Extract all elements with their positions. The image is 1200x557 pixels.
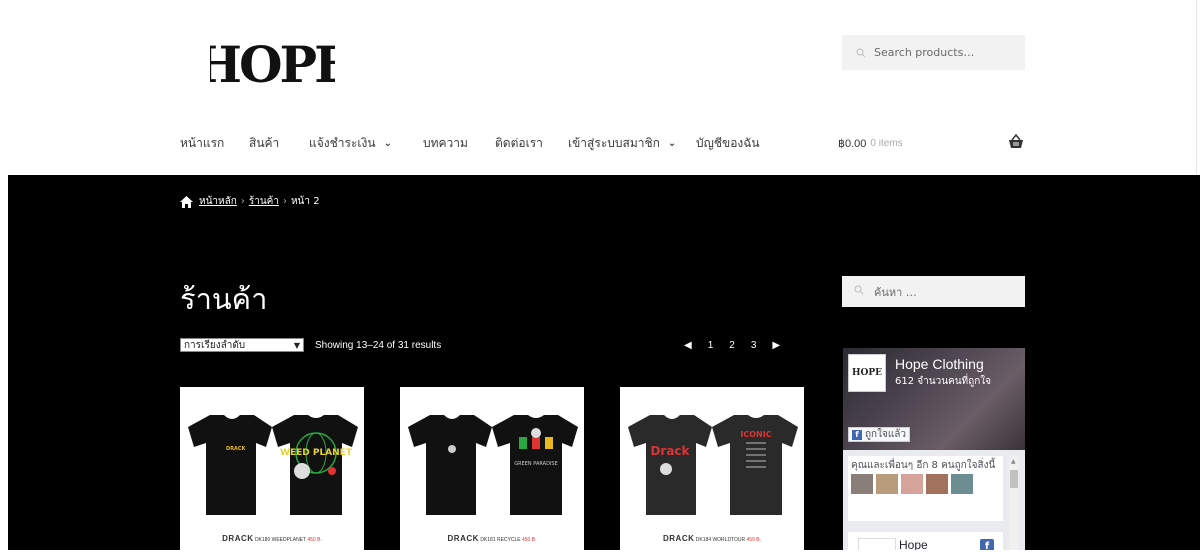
breadcrumb-separator: › <box>282 196 287 207</box>
dropdown-arrow-icon: ▼ <box>293 340 300 350</box>
avatar[interactable] <box>926 474 948 494</box>
product-brand: DRACK <box>662 534 695 543</box>
nav-item-login[interactable]: เข้าสู่ระบบสมาชิก ⌄ <box>568 128 676 158</box>
product-price: 450 B. <box>307 537 322 543</box>
chevron-down-icon: ⌄ <box>383 137 392 149</box>
pagination-prev-icon[interactable]: ◀ <box>684 340 692 351</box>
facebook-post-author[interactable]: Hope <box>899 538 928 550</box>
nav-item-products[interactable]: สินค้า <box>249 128 279 158</box>
product-search-input[interactable]: Search products… <box>842 35 1025 70</box>
basket-icon[interactable] <box>1008 134 1024 150</box>
chevron-down-icon: ⌄ <box>667 137 677 149</box>
nav-item-articles[interactable]: บทความ <box>423 128 468 158</box>
home-icon <box>180 195 193 208</box>
facebook-page-name[interactable]: Hope Clothing <box>895 356 984 372</box>
product-caption: DRACK DK180 WEEDPLANET 450 B. <box>180 534 364 543</box>
avatar[interactable] <box>901 474 923 494</box>
facebook-like-count: 612 จำนวนคนที่ถูกใจ <box>895 376 991 387</box>
breadcrumb-home-link[interactable]: หน้าหลัก <box>199 194 237 209</box>
pagination-next-icon[interactable]: ▶ <box>772 340 780 351</box>
avatar[interactable] <box>951 474 973 494</box>
breadcrumb-shop-link[interactable]: ร้านค้า <box>249 194 279 209</box>
product-caption: DRACK DK181 RECYCLE 450 B. <box>400 534 584 543</box>
result-count: Showing 13–24 of 31 results <box>315 339 442 351</box>
shirt-back-graphic: ICONIC <box>740 430 771 439</box>
product-price: 450 B. <box>746 537 761 543</box>
cart-item-count: 0 items <box>870 137 903 149</box>
product-image[interactable]: DRACK WEED PLANET <box>180 387 364 527</box>
pagination-page-3[interactable]: 3 <box>751 340 757 351</box>
product-card[interactable]: Drack ICONIC DRACK DK184 WORLDTOUR 450 B… <box>620 387 804 557</box>
product-brand: DRACK <box>447 534 479 543</box>
nav-item-account[interactable]: บัญชีของฉัน <box>696 128 760 158</box>
cart-amount: ฿0.00 <box>838 137 867 150</box>
shirt-back-graphic: GREEN PARADISE <box>514 461 557 467</box>
product-image[interactable]: Drack ICONIC <box>620 387 804 527</box>
product-code: DK184 WORLDTOUR <box>695 537 746 543</box>
search-placeholder: Search products… <box>874 46 975 59</box>
breadcrumb: หน้าหลัก › ร้านค้า › หน้า 2 <box>180 194 320 209</box>
sidebar-search-input[interactable]: ค้นหา … <box>842 276 1025 307</box>
breadcrumb-current: หน้า 2 <box>290 196 320 207</box>
product-card[interactable]: GREEN PARADISE DRACK DK181 RECYCLE 450 B… <box>400 387 584 557</box>
scroll-up-icon[interactable]: ▲ <box>1011 458 1016 465</box>
product-image[interactable]: GREEN PARADISE <box>400 387 584 527</box>
product-price: 450 B. <box>522 537 537 543</box>
search-icon <box>854 46 868 60</box>
facebook-friends-text: คุณและเพื่อนๆ อีก 8 คนถูกใจสิ่งนี้ <box>851 460 996 471</box>
pagination-page-1[interactable]: 1 <box>708 340 714 351</box>
sort-select[interactable]: การเรียงลำดับ ▼ <box>180 338 304 352</box>
site-logo[interactable]: HOPE <box>210 30 335 96</box>
product-card[interactable]: DRACK WEED PLANET DRACK DK180 WEEDPLANET… <box>180 387 364 557</box>
facebook-liked-button[interactable]: f ถูกใจแล้ว <box>848 427 911 442</box>
nav-item-contact[interactable]: ติดต่อเรา <box>495 128 543 158</box>
shirt-back-graphic: WEED PLANET <box>280 448 353 458</box>
shirt-front-graphic: Drack <box>650 444 690 458</box>
scrollbar[interactable]: ▲ <box>1009 456 1019 550</box>
avatar[interactable] <box>851 474 873 494</box>
search-placeholder: ค้นหา … <box>874 285 917 299</box>
pagination-page-2[interactable]: 2 <box>729 340 735 351</box>
logo-text: HOPE <box>210 35 335 94</box>
search-icon <box>854 285 868 298</box>
facebook-page-widget: HOPE Hope Clothing 612 จำนวนคนที่ถูกใจ f… <box>843 348 1025 550</box>
facebook-post-preview[interactable]: Hope f <box>848 532 1003 550</box>
facebook-page-thumbnail[interactable]: HOPE <box>848 354 886 392</box>
pagination: ◀ 1 2 3 ▶ <box>684 338 796 352</box>
facebook-icon: f <box>852 429 862 440</box>
shirt-front-graphic: DRACK <box>226 446 247 452</box>
product-code: DK181 RECYCLE <box>480 537 521 543</box>
facebook-post-thumbnail <box>858 538 896 550</box>
product-brand: DRACK <box>222 534 254 543</box>
nav-item-payment[interactable]: แจ้งชำระเงิน ⌄ <box>309 128 392 158</box>
nav-item-home[interactable]: หน้าแรก <box>180 128 224 158</box>
cart-total[interactable]: ฿0.00 0 items <box>838 128 903 158</box>
product-caption: DRACK DK184 WORLDTOUR 450 B. <box>620 534 804 543</box>
sort-selected-value: การเรียงลำดับ <box>184 339 246 351</box>
facebook-friend-avatars <box>851 474 1000 494</box>
avatar[interactable] <box>876 474 898 494</box>
breadcrumb-separator: › <box>240 196 245 207</box>
product-code: DK180 WEEDPLANET <box>254 537 306 543</box>
page-edge <box>1196 0 1200 175</box>
page-title: ร้านค้า <box>180 282 268 316</box>
scrollbar-thumb[interactable] <box>1010 470 1018 488</box>
facebook-icon: f <box>980 539 994 550</box>
facebook-friends-box: คุณและเพื่อนๆ อีก 8 คนถูกใจสิ่งนี้ <box>848 456 1003 521</box>
